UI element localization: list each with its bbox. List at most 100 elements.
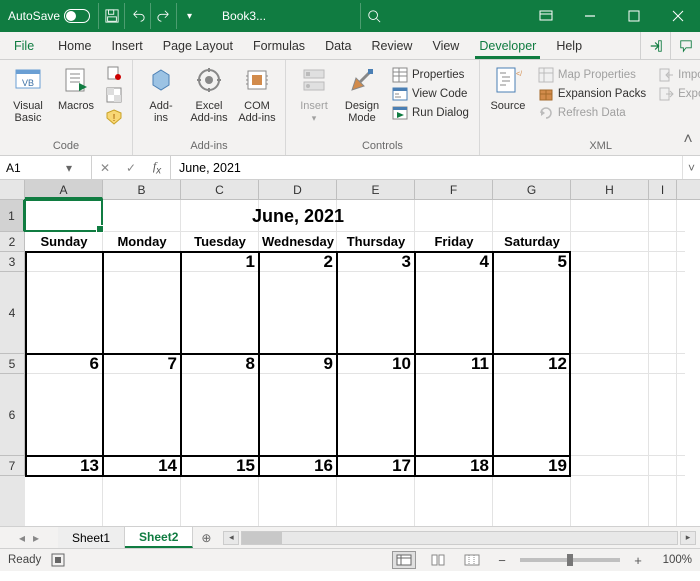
column-header-D[interactable]: D (259, 180, 337, 199)
column-header-H[interactable]: H (571, 180, 649, 199)
cells-canvas[interactable]: June, 2021SundayMondayTuesdayWednesdayTh… (25, 200, 700, 526)
row-header-3[interactable]: 3 (0, 252, 25, 272)
day-header: Sunday (25, 232, 103, 252)
sheet-nav-prev[interactable]: ◂ (19, 531, 25, 545)
run-dialog-button[interactable]: Run Dialog (388, 104, 473, 122)
expand-formula-bar-button[interactable]: ˅ (682, 156, 700, 179)
tab-file[interactable]: File (0, 32, 48, 59)
macro-security-button[interactable]: ! (102, 108, 126, 126)
page-break-view-button[interactable] (460, 551, 484, 569)
column-header-I[interactable]: I (649, 180, 677, 199)
formula-input[interactable] (179, 161, 674, 175)
visual-basic-button[interactable]: VB Visual Basic (6, 62, 50, 124)
tab-help[interactable]: Help (546, 32, 592, 59)
addins-button[interactable]: Add- ins (139, 62, 183, 124)
horizontal-scrollbar[interactable]: ◂ ▸ (219, 527, 700, 548)
insert-controls-button[interactable]: Insert▾ (292, 62, 336, 124)
tab-view[interactable]: View (422, 32, 469, 59)
tab-page-layout[interactable]: Page Layout (153, 32, 243, 59)
row-header-7[interactable]: 7 (0, 456, 25, 476)
tab-developer[interactable]: Developer (469, 32, 546, 59)
qat-customize-button[interactable]: ▾ (176, 3, 202, 29)
hscroll-track[interactable] (241, 531, 678, 545)
page-layout-view-button[interactable] (426, 551, 450, 569)
sheet-tabs-bar: ◂ ▸ Sheet1Sheet2 ⊕ ◂ ▸ (0, 526, 700, 548)
import-button[interactable]: Import (654, 66, 700, 84)
calendar-day: 10 (337, 354, 415, 374)
com-addins-button[interactable]: COM Add-ins (235, 62, 279, 124)
calendar-day: 15 (181, 456, 259, 476)
new-sheet-button[interactable]: ⊕ (193, 527, 219, 548)
sheet-tab-sheet2[interactable]: Sheet2 (125, 527, 193, 548)
export-button[interactable]: Export (654, 85, 700, 103)
column-header-E[interactable]: E (337, 180, 415, 199)
tab-home[interactable]: Home (48, 32, 101, 59)
calendar-day: 2 (259, 252, 337, 272)
row-header-5[interactable]: 5 (0, 354, 25, 374)
save-button[interactable] (98, 3, 124, 29)
row-header-2[interactable]: 2 (0, 232, 25, 252)
row-header-6[interactable]: 6 (0, 374, 25, 456)
minimize-button[interactable] (568, 0, 612, 32)
macros-button[interactable]: Macros (54, 62, 98, 112)
calendar-day: 12 (493, 354, 571, 374)
group-code-label: Code (53, 140, 79, 152)
name-box-input[interactable] (6, 161, 62, 175)
share-button[interactable] (640, 32, 670, 59)
zoom-in-button[interactable]: + (630, 552, 646, 568)
name-box[interactable]: ▾ (0, 156, 92, 179)
expansion-packs-button[interactable]: Expansion Packs (534, 85, 650, 103)
autosave-toggle[interactable]: AutoSave (8, 9, 90, 23)
macro-record-status-icon[interactable] (51, 553, 65, 567)
normal-view-button[interactable] (392, 551, 416, 569)
close-button[interactable] (656, 0, 700, 32)
undo-button[interactable] (124, 3, 150, 29)
hscroll-thumb[interactable] (242, 532, 282, 544)
zoom-out-button[interactable]: − (494, 552, 510, 568)
day-header: Saturday (493, 232, 571, 252)
column-header-A[interactable]: A (25, 180, 103, 199)
day-header: Tuesday (181, 232, 259, 252)
use-relative-references-button[interactable] (102, 86, 126, 104)
column-header-B[interactable]: B (103, 180, 181, 199)
refresh-data-button[interactable]: Refresh Data (534, 104, 650, 122)
column-header-G[interactable]: G (493, 180, 571, 199)
source-button[interactable]: </> Source (486, 62, 530, 112)
sheet-nav-next[interactable]: ▸ (33, 531, 39, 545)
properties-button[interactable]: Properties (388, 66, 473, 84)
redo-button[interactable] (150, 3, 176, 29)
row-header-4[interactable]: 4 (0, 272, 25, 354)
view-code-button[interactable]: View Code (388, 85, 473, 103)
insert-function-button[interactable]: fx (144, 159, 170, 176)
day-header: Friday (415, 232, 493, 252)
zoom-level[interactable]: 100% (656, 554, 692, 566)
collapse-ribbon-button[interactable]: ˄ (680, 132, 696, 148)
name-box-dropdown[interactable]: ▾ (62, 161, 76, 175)
tab-formulas[interactable]: Formulas (243, 32, 315, 59)
tab-insert[interactable]: Insert (102, 32, 153, 59)
excel-addins-button[interactable]: Excel Add-ins (187, 62, 231, 124)
scroll-right-button[interactable]: ▸ (680, 531, 696, 545)
group-controls: Insert▾ Design Mode Properties View Code… (286, 60, 480, 155)
maximize-button[interactable] (612, 0, 656, 32)
zoom-slider[interactable] (520, 558, 620, 562)
tab-review[interactable]: Review (361, 32, 422, 59)
autosave-label: AutoSave (8, 9, 60, 23)
scroll-left-button[interactable]: ◂ (223, 531, 239, 545)
search-button[interactable] (360, 3, 386, 29)
cancel-formula-button[interactable]: ✕ (92, 161, 118, 175)
view-code-icon (392, 86, 408, 102)
column-header-C[interactable]: C (181, 180, 259, 199)
map-properties-button[interactable]: Map Properties (534, 66, 650, 84)
sheet-tab-sheet1[interactable]: Sheet1 (58, 527, 125, 548)
comments-button[interactable] (670, 32, 700, 59)
tab-data[interactable]: Data (315, 32, 361, 59)
select-all-button[interactable] (0, 180, 25, 199)
column-header-F[interactable]: F (415, 180, 493, 199)
day-header: Monday (103, 232, 181, 252)
ribbon-display-options-button[interactable] (524, 0, 568, 32)
enter-formula-button[interactable]: ✓ (118, 161, 144, 175)
row-header-1[interactable]: 1 (0, 200, 25, 232)
record-macro-button[interactable] (102, 64, 126, 82)
design-mode-button[interactable]: Design Mode (340, 62, 384, 124)
